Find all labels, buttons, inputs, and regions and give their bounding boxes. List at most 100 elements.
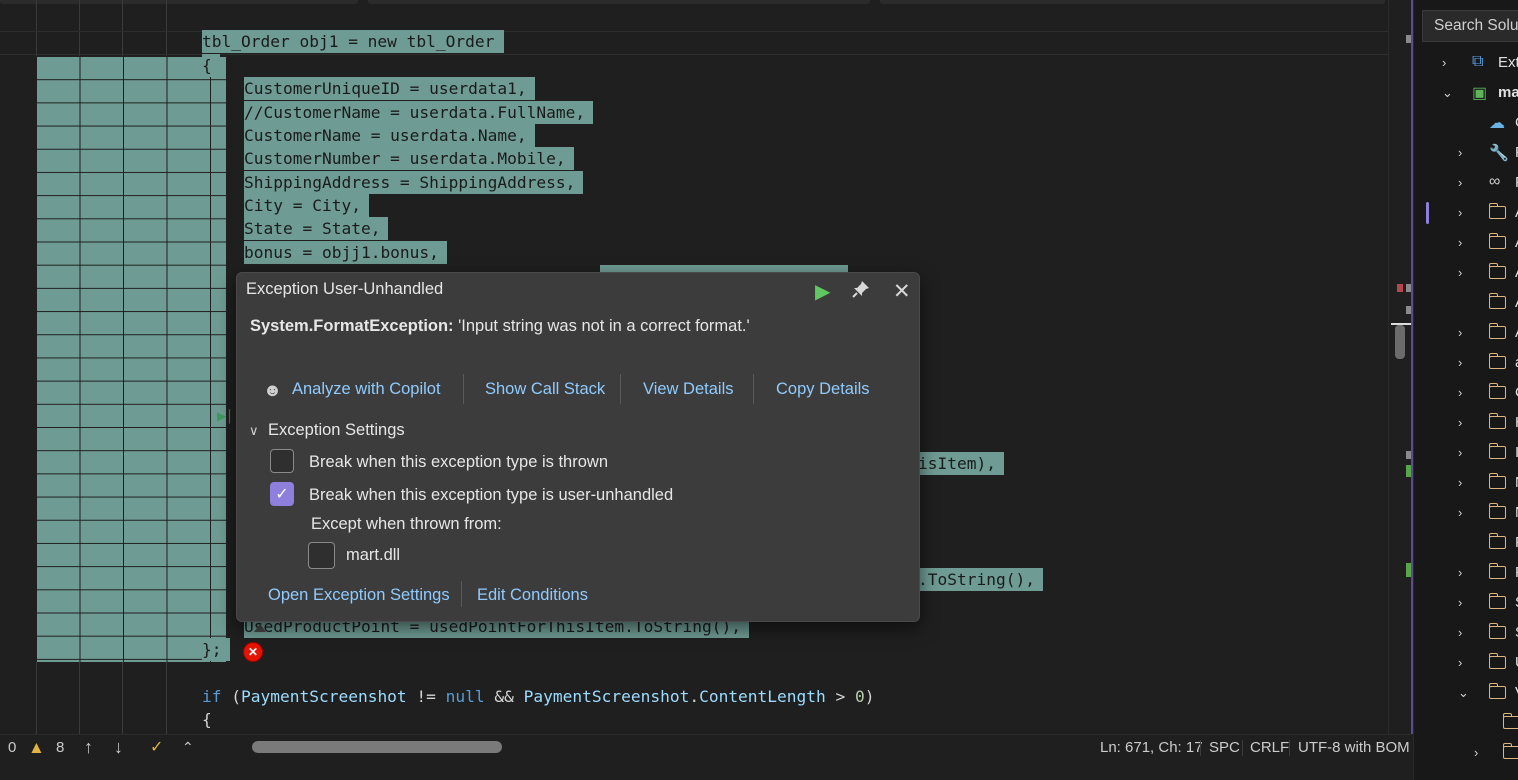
view-details-link[interactable]: View Details: [643, 380, 733, 399]
tab-strip: [0, 0, 1412, 6]
solution-tree-item[interactable]: ›A: [1414, 199, 1518, 229]
chevron-right-icon[interactable]: ›: [1458, 475, 1462, 490]
play-icon[interactable]: ▶: [815, 279, 830, 304]
folder-icon: [1488, 383, 1506, 399]
show-call-stack-link[interactable]: Show Call Stack: [485, 380, 605, 399]
divider: [1289, 740, 1290, 756]
solution-tree-item[interactable]: ›C: [1414, 379, 1518, 409]
folder-icon: [1502, 743, 1518, 759]
copilot-icon: ☻: [263, 380, 282, 400]
code-token: PaymentScreenshot: [523, 687, 690, 706]
solution-search-input[interactable]: Search Soluti: [1422, 10, 1518, 42]
code-line: tbl_Order obj1 = new tbl_Order: [0, 30, 1390, 53]
chevron-right-icon[interactable]: ›: [1458, 265, 1462, 280]
arrow-up-icon[interactable]: ↑: [84, 735, 93, 760]
chevron-right-icon[interactable]: ›: [1458, 145, 1462, 160]
chevron-up-icon[interactable]: ⌃: [182, 735, 194, 760]
folder-icon: [1488, 563, 1506, 579]
chevron-right-icon[interactable]: ›: [1458, 325, 1462, 340]
arrow-down-icon[interactable]: ↓: [114, 735, 123, 760]
solution-tree-item[interactable]: ›N: [1414, 469, 1518, 499]
chevron-down-icon[interactable]: ⌄: [1442, 85, 1453, 101]
chevron-right-icon[interactable]: ›: [1474, 745, 1478, 760]
horizontal-scrollbar-thumb[interactable]: [252, 741, 502, 753]
edit-conditions-link[interactable]: Edit Conditions: [477, 586, 588, 605]
run-to-cursor-icon[interactable]: ▶│: [217, 409, 234, 423]
chevron-right-icon[interactable]: ›: [1442, 55, 1446, 70]
chevron-right-icon[interactable]: ›: [1458, 235, 1462, 250]
solution-tree-item[interactable]: ›a: [1414, 349, 1518, 379]
code-line: CustomerNumber = userdata.Mobile,: [0, 147, 1390, 170]
chevron-right-icon[interactable]: ›: [1458, 385, 1462, 400]
solution-tree-item[interactable]: [1414, 709, 1518, 739]
chevron-right-icon[interactable]: ›: [1458, 505, 1462, 520]
solution-tree-item[interactable]: ›A: [1414, 319, 1518, 349]
analyze-with-copilot-link[interactable]: Analyze with Copilot: [292, 380, 441, 399]
solution-tree-item[interactable]: ›: [1414, 739, 1518, 769]
close-icon[interactable]: ✕: [893, 279, 911, 304]
error-count[interactable]: 0: [8, 735, 16, 760]
solution-tree-item[interactable]: ›🔧P: [1414, 139, 1518, 169]
code-token: {: [202, 710, 212, 729]
module-checkbox[interactable]: [308, 542, 335, 569]
solution-explorer: Search Soluti ›⧉Ext⌄▣ma☁C›🔧P›∞F›A›A›AA›A…: [1413, 0, 1518, 780]
solution-tree-item[interactable]: ⌄ ▣ ma: [1414, 79, 1518, 109]
folder-icon: [1488, 473, 1506, 489]
break-when-unhandled-checkbox[interactable]: ✓: [270, 482, 294, 506]
chevron-right-icon[interactable]: ›: [1458, 595, 1462, 610]
break-when-unhandled-label[interactable]: Break when this exception type is user-u…: [309, 486, 673, 505]
chevron-right-icon[interactable]: ›: [1458, 175, 1462, 190]
solution-tree-item[interactable]: ⌄V: [1414, 679, 1518, 709]
file-encoding[interactable]: UTF-8 with BOM: [1298, 735, 1410, 760]
break-when-thrown-checkbox[interactable]: [270, 449, 294, 473]
chevron-right-icon[interactable]: ›: [1458, 655, 1462, 670]
code-token: 0: [855, 687, 865, 706]
pin-icon[interactable]: [851, 279, 871, 305]
solution-tree-item[interactable]: ›∞F: [1414, 169, 1518, 199]
whitespace-mode[interactable]: SPC: [1209, 735, 1240, 760]
solution-tree-item[interactable]: ›P: [1414, 559, 1518, 589]
except-when-thrown-label: Except when thrown from:: [311, 515, 502, 533]
open-exception-settings-link[interactable]: Open Exception Settings: [268, 586, 450, 605]
solution-tree-item[interactable]: ›S: [1414, 589, 1518, 619]
solution-tree-item[interactable]: P: [1414, 529, 1518, 559]
chevron-right-icon[interactable]: ›: [1458, 205, 1462, 220]
brush-icon[interactable]: ✓: [150, 735, 163, 760]
vertical-scrollbar[interactable]: [1388, 0, 1413, 734]
chevron-down-icon[interactable]: ⌄: [1458, 685, 1469, 701]
code-token: {: [202, 54, 220, 77]
chevron-right-icon[interactable]: ›: [1458, 355, 1462, 370]
solution-tree-item[interactable]: A: [1414, 289, 1518, 319]
solution-tree-item[interactable]: › I: [1414, 439, 1518, 469]
solution-tree-item[interactable]: ›S: [1414, 619, 1518, 649]
copy-details-link[interactable]: Copy Details: [776, 380, 870, 399]
warning-count[interactable]: 8: [56, 735, 64, 760]
chevron-right-icon[interactable]: ›: [1458, 625, 1462, 640]
solution-tree-item[interactable]: › ⧉ Ext: [1414, 49, 1518, 79]
module-label[interactable]: mart.dll: [346, 546, 400, 565]
code-token: bonus = objj1.bonus,: [244, 241, 447, 264]
line-ending[interactable]: CRLF: [1250, 735, 1289, 760]
error-marker: [1397, 284, 1403, 292]
code-line: //CustomerName = userdata.FullName,: [0, 101, 1390, 124]
exception-settings-header[interactable]: Exception Settings: [268, 421, 405, 440]
chevron-down-icon[interactable]: ∨: [249, 423, 259, 439]
solution-tree-item[interactable]: ›H: [1414, 409, 1518, 439]
chevron-right-icon[interactable]: ›: [1458, 445, 1462, 460]
solution-tree-item[interactable]: ›A: [1414, 259, 1518, 289]
solution-tree-item[interactable]: ›N: [1414, 499, 1518, 529]
editor-tab[interactable]: [880, 0, 1385, 4]
solution-tree-item[interactable]: ›A: [1414, 229, 1518, 259]
code-line: City = City,: [0, 194, 1390, 217]
chevron-right-icon[interactable]: ›: [1458, 415, 1462, 430]
break-when-thrown-label[interactable]: Break when this exception type is thrown: [309, 453, 608, 472]
solution-tree-item[interactable]: ☁C: [1414, 109, 1518, 139]
editor-tab[interactable]: [368, 0, 870, 4]
solution-tree-item[interactable]: ›U: [1414, 649, 1518, 679]
cursor-position[interactable]: Ln: 671, Ch: 17: [1100, 735, 1203, 760]
chevron-right-icon[interactable]: ›: [1458, 565, 1462, 580]
editor-tab[interactable]: [0, 0, 358, 4]
code-token: (: [221, 687, 241, 706]
scrollbar-thumb[interactable]: [1395, 325, 1405, 359]
divider: [1242, 740, 1243, 756]
